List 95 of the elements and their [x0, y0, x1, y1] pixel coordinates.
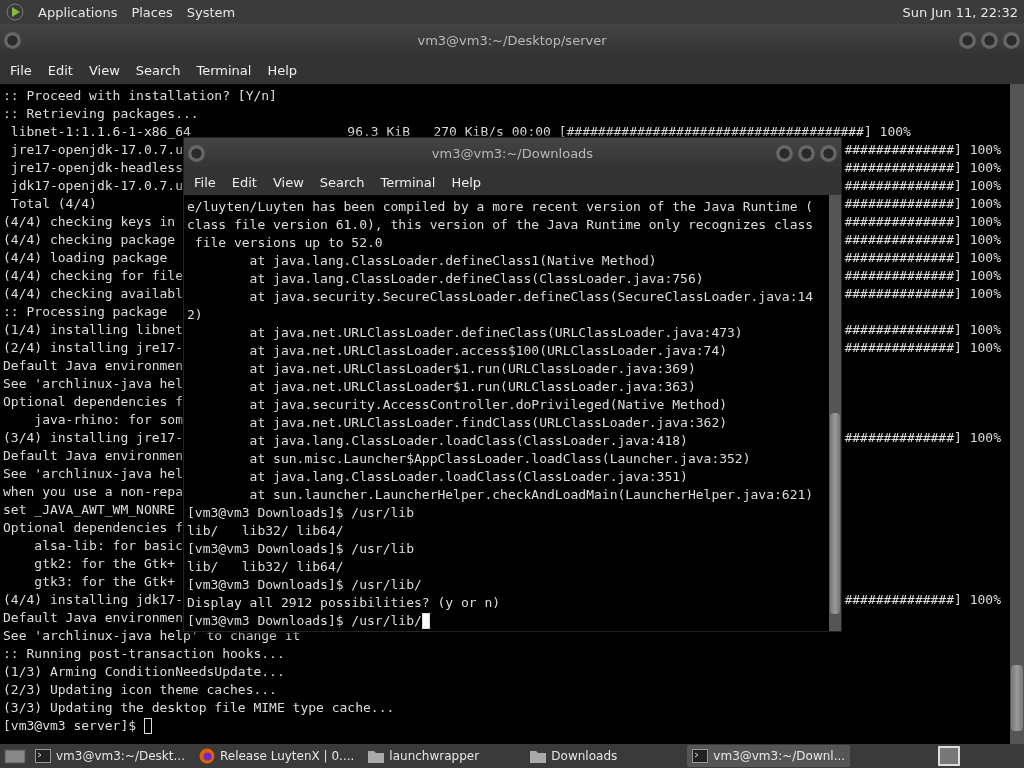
menu-item[interactable]: Edit	[39, 62, 81, 78]
terminal-line: :: Proceed with installation? [Y/n]	[3, 87, 277, 105]
clock[interactable]: Sun Jun 11, 22:32	[902, 4, 1018, 20]
panel-menu[interactable]: Applications	[38, 4, 118, 20]
terminal-line: (3/4) installing jre17-	[3, 429, 183, 447]
terminal-line: [vm3@vm3 Downloads]$ /usr/lib	[187, 504, 414, 522]
panel-menu[interactable]: Places	[131, 4, 173, 20]
terminal-line: (1/3) Arming ConditionNeedsUpdate...	[3, 663, 285, 681]
menu-item[interactable]: File	[2, 62, 40, 78]
terminal-line: Default Java environmen	[3, 357, 183, 375]
terminal-line: at java.lang.ClassLoader.defineClass1(Native Method)	[248, 252, 657, 270]
terminal-line: at java.net.URLClassLoader.findClass(URLClassLoader.java:362)	[248, 414, 728, 432]
progress-text: ##############] 100%	[844, 429, 1002, 447]
terminal-line: 2)	[187, 306, 203, 324]
terminal-line: at java.net.URLClassLoader.defineClass(URLClassLoader.java:473)	[248, 324, 743, 342]
terminal-line: file versions up to 52.0	[193, 234, 383, 252]
terminal-line: jdk17-openjdk-17.0.7.u	[9, 177, 183, 195]
terminal-line: (4/4) checking for file	[3, 267, 183, 285]
terminal-line: at java.net.URLClassLoader.access$100(URLClassLoader.java:74)	[248, 342, 728, 360]
menu-item[interactable]: Edit	[223, 174, 265, 190]
terminal-line: Optional dependencies f	[3, 393, 183, 411]
terminal-line: jre17-openjdk-17.0.7.u	[9, 141, 183, 159]
terminal-line: (4/4) checking keys in	[3, 213, 176, 231]
terminal-line: (4/4) checking package	[3, 231, 176, 249]
terminal-line: at java.lang.ClassLoader.loadClass(ClassLoader.java:418)	[248, 432, 688, 450]
progress-text: ##############] 100%	[844, 195, 1002, 213]
progress-text: ##############] 100%	[844, 249, 1002, 267]
terminal-line: at java.net.URLClassLoader$1.run(URLClassLoader.java:363)	[248, 378, 696, 396]
terminal-line: (4/4) loading package	[3, 249, 168, 267]
menu-item[interactable]: Help	[443, 174, 490, 190]
terminal-line: (2/4) installing jre17-	[3, 339, 183, 357]
progress-text: ##############] 100%	[844, 285, 1002, 303]
terminal-line: at java.lang.ClassLoader.loadClass(ClassLoader.java:351)	[248, 468, 688, 486]
panel-menu[interactable]: System	[186, 4, 236, 20]
terminal-line: See 'archlinux-java hel	[3, 375, 183, 393]
terminal-line: Default Java environmen	[3, 447, 183, 465]
terminal-line: :: Retrieving packages...	[3, 105, 199, 123]
terminal-line: when you use a non-repa	[3, 483, 183, 501]
terminal-line: class file version 61.0), this version of the Java Runtime only recognizes class	[187, 216, 814, 234]
menu-item[interactable]: Help	[259, 62, 306, 78]
terminal-line: gtk3: for the Gtk+	[33, 573, 176, 591]
terminal-line: Display all 2912 possibilities? (y or n)	[187, 594, 501, 612]
menu-item[interactable]: Terminal	[188, 62, 260, 78]
terminal-line: set _JAVA_AWT_WM_NONRE	[3, 501, 176, 519]
terminal-line: [vm3@vm3 Downloads]$ /usr/lib	[187, 540, 414, 558]
terminal-line: (3/3) Updating the desktop file MIME type cache...	[3, 699, 395, 717]
terminal-line: (2/3) Updating icon theme caches...	[3, 681, 277, 699]
terminal-line: lib/ lib32/ lib64/	[187, 558, 344, 576]
terminal-line: :: Running post-transaction hooks...	[3, 645, 285, 663]
progress-text: ##############] 100%	[844, 159, 1002, 177]
progress-text: ##############] 100%	[844, 591, 1002, 609]
terminal-line: (4/4) installing jdk17-	[3, 591, 183, 609]
terminal-line: at sun.misc.Launcher$AppClassLoader.loadClass(Launcher.java:352)	[248, 450, 751, 468]
window-title: vm3@vm3:~/Desktop/server	[417, 32, 607, 48]
terminal-line: See 'archlinux-java hel	[3, 465, 183, 483]
terminal-line: e/luyten/Luyten has been compiled by a more recent version of the Java Runtime (	[187, 198, 814, 216]
terminal-line: at java.security.AccessController.doPrivileged(Native Method)	[248, 396, 728, 414]
terminal-line: java-rhino: for som	[33, 411, 183, 429]
taskbar-item[interactable]: vm3@vm3:~/Downl...	[687, 745, 851, 767]
progress-text: ##############] 100%	[844, 321, 1002, 339]
terminal-line: (4/4) checking availabl	[3, 285, 183, 303]
progress-text: ##############] 100%	[844, 267, 1002, 285]
terminal-line: [vm3@vm3 Downloads]$ /usr/lib/	[187, 576, 422, 594]
taskbar-item[interactable]: Release LuytenX | 0....	[193, 745, 360, 767]
terminal-line: alsa-lib: for basic	[33, 537, 183, 555]
terminal-line: at java.security.SecureClassLoader.defineClass(SecureClassLoader.java:14	[248, 288, 814, 306]
terminal-line: at java.net.URLClassLoader$1.run(URLClassLoader.java:369)	[248, 360, 696, 378]
progress-text: ##############] 100%	[844, 141, 1002, 159]
terminal-line: :: Processing package	[3, 303, 168, 321]
terminal-line: libnet-1:1.1.6-1-x86_64 96.3 KiB 270 KiB/s 00:00 [######################################] 100%	[9, 123, 911, 141]
terminal-line: gtk2: for the Gtk+	[33, 555, 176, 573]
progress-text: ##############] 100%	[844, 339, 1002, 357]
progress-text: ##############] 100%	[844, 213, 1002, 231]
progress-text: ##############] 100%	[844, 177, 1002, 195]
menu-item[interactable]: View	[264, 174, 312, 190]
terminal-line: Total (4/4)	[9, 195, 97, 213]
terminal-line: (1/4) installing libnet	[3, 321, 183, 339]
terminal-line: at java.lang.ClassLoader.defineClass(ClassLoader.java:756)	[248, 270, 704, 288]
menu-item[interactable]: File	[186, 174, 224, 190]
menu-item[interactable]: View	[80, 62, 128, 78]
menu-item[interactable]: Terminal	[372, 174, 444, 190]
menu-item[interactable]: Search	[311, 174, 373, 190]
terminal-line: at sun.launcher.LauncherHelper.checkAndLoadMain(LauncherHelper.java:621)	[248, 486, 814, 504]
taskbar-item[interactable]: Downloads	[525, 745, 684, 767]
terminal-line: jre17-openjdk-headless	[9, 159, 183, 177]
menu-item[interactable]: Search	[127, 62, 189, 78]
taskbar-item[interactable]: launchwrapper	[363, 745, 522, 767]
terminal-line: [vm3@vm3 server]$	[3, 717, 138, 735]
terminal-line: lib/ lib32/ lib64/	[187, 522, 344, 540]
terminal-line: Optional dependencies f	[3, 519, 183, 537]
window-title: vm3@vm3:~/Downloads	[431, 146, 594, 161]
progress-text: ##############] 100%	[844, 231, 1002, 249]
taskbar-item[interactable]: vm3@vm3:~/Deskt...	[30, 745, 190, 767]
terminal-line: Default Java environmen	[3, 609, 183, 627]
terminal-line: [vm3@vm3 Downloads]$ /usr/lib/	[187, 612, 422, 630]
